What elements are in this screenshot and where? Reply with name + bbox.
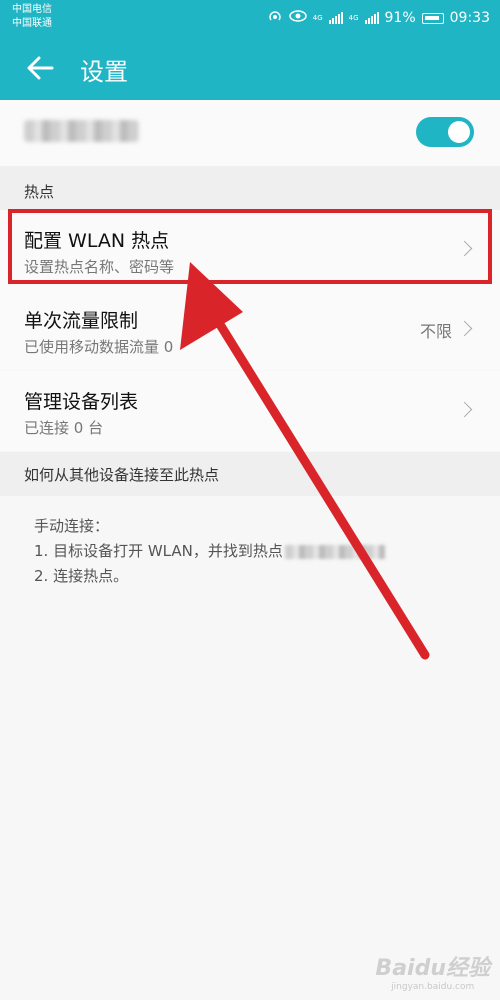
chevron-right-icon	[456, 240, 473, 257]
section-header-hotspot-label: 热点	[24, 183, 55, 201]
eye-comfort-icon	[288, 10, 307, 26]
manage-devices-row[interactable]: 管理设备列表 已连接 0 台	[0, 371, 500, 451]
status-icons: 4G 4G 91% 09:33	[267, 9, 490, 27]
app-toolbar: 设置	[0, 38, 500, 100]
section-header-howto: 如何从其他设备连接至此热点	[0, 452, 500, 496]
row-title: 配置 WLAN 热点	[24, 230, 170, 252]
signal-2-icon	[364, 12, 379, 24]
watermark-site: jingyan.baidu.com	[391, 982, 475, 992]
hotspot-toggle[interactable]	[416, 117, 474, 147]
row-title: 单次流量限制	[24, 310, 139, 332]
arrow-left-icon[interactable]	[22, 50, 58, 86]
row-subtitle: 已连接 0 台	[24, 419, 104, 437]
row-value: 不限	[419, 322, 452, 341]
blurred-hotspot-name	[24, 120, 139, 142]
instruction-line: 1. 目标设备打开 WLAN，并找到热点	[34, 539, 385, 564]
row-subtitle: 已使用移动数据流量 0	[24, 338, 174, 356]
instruction-line: 手动连接：	[34, 517, 110, 535]
baidu-watermark: Baidu经验 jingyan.baidu.com	[375, 950, 490, 992]
carrier-info: 中国电信 中国联通	[12, 3, 52, 31]
battery-icon	[421, 12, 444, 24]
network-type-2: 4G	[348, 14, 359, 22]
chevron-right-icon	[456, 320, 473, 337]
hotspot-status-icon	[267, 9, 283, 27]
carrier-1: 中国电信	[12, 4, 52, 15]
configure-wlan-hotspot-row[interactable]: 配置 WLAN 热点 设置热点名称、密码等	[0, 210, 500, 290]
clock: 09:33	[449, 10, 490, 26]
row-subtitle: 设置热点名称、密码等	[24, 258, 175, 276]
watermark-logo: Baidu经验	[375, 956, 490, 981]
signal-1-icon	[328, 12, 343, 24]
data-limit-row[interactable]: 单次流量限制 已使用移动数据流量 0 不限	[0, 290, 500, 370]
page-title: 设置	[80, 58, 128, 86]
toggle-knob	[448, 121, 470, 143]
hotspot-toggle-row	[0, 100, 500, 166]
section-header-hotspot: 热点	[0, 166, 500, 210]
row-title: 管理设备列表	[24, 391, 139, 413]
carrier-2: 中国联通	[12, 18, 52, 29]
network-type-1: 4G	[312, 14, 323, 22]
blurred-hotspot-name	[284, 544, 385, 559]
connection-instructions: 手动连接： 1. 目标设备打开 WLAN，并找到热点 2. 连接热点。	[34, 514, 385, 589]
chevron-right-icon	[456, 401, 473, 418]
instruction-text: 1. 目标设备打开 WLAN，并找到热点	[34, 542, 283, 560]
status-bar: 中国电信 中国联通 4G 4G 91% 09:33	[0, 0, 500, 38]
battery-percent: 91%	[384, 10, 416, 26]
section-header-howto-label: 如何从其他设备连接至此热点	[24, 466, 220, 484]
instruction-line: 2. 连接热点。	[34, 567, 129, 585]
